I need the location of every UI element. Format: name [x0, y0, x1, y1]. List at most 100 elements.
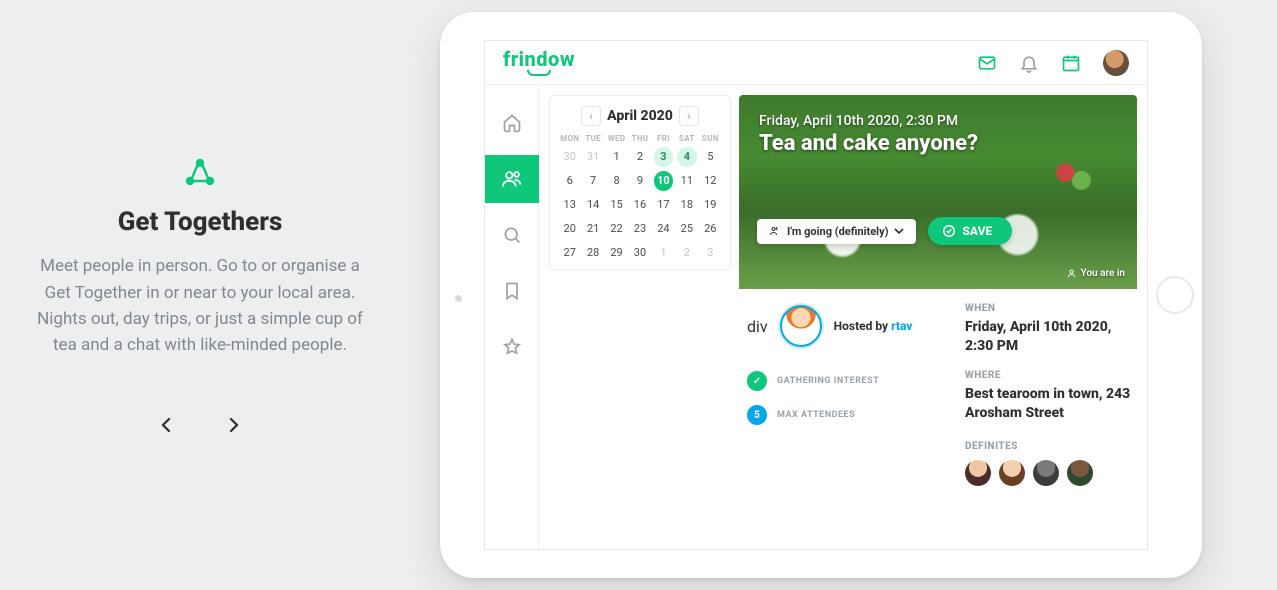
host-avatar[interactable]	[780, 305, 822, 347]
calendar-day[interactable]: 30	[560, 147, 579, 167]
calendar-day[interactable]: 26	[701, 219, 720, 239]
brand-logo[interactable]: frindow	[503, 49, 575, 76]
save-button[interactable]: SAVE	[928, 217, 1012, 245]
stat-gathering: ✓ GATHERING INTEREST	[747, 371, 951, 391]
calendar-day[interactable]: 28	[583, 243, 602, 263]
calendar-day[interactable]: 10	[654, 171, 673, 191]
calendar-dow: FRI	[654, 134, 673, 143]
calendar-day[interactable]: 29	[607, 243, 626, 263]
side-rail	[485, 85, 539, 549]
calendar-day[interactable]: 18	[677, 195, 696, 215]
calendar-day[interactable]: 27	[560, 243, 579, 263]
when-value: Friday, April 10th 2020, 2:30 PM	[965, 318, 1133, 356]
calendar-day[interactable]: 3	[701, 243, 720, 263]
attendee-avatar[interactable]	[1033, 460, 1059, 486]
promo-next[interactable]	[225, 417, 241, 433]
calendar-day[interactable]: 23	[630, 219, 649, 239]
promo-carousel-nav	[159, 417, 241, 433]
promo-prev[interactable]	[159, 417, 175, 433]
user-avatar[interactable]	[1103, 50, 1129, 76]
calendar-day[interactable]: 6	[560, 171, 579, 191]
calendar-next[interactable]: ›	[679, 106, 699, 126]
save-label: SAVE	[962, 224, 992, 238]
calendar-day[interactable]: 25	[677, 219, 696, 239]
calendar-day[interactable]: 22	[607, 219, 626, 239]
rail-people[interactable]	[485, 155, 539, 203]
calendar-day[interactable]: 4	[677, 147, 696, 167]
calendar-day[interactable]: 12	[701, 171, 720, 191]
calendar-day[interactable]: 5	[701, 147, 720, 167]
host-text: Hosted by rtav	[834, 319, 913, 333]
mail-icon[interactable]	[977, 53, 997, 73]
going-dropdown[interactable]: I'm going (definitely)	[757, 219, 916, 244]
tablet-frame: frindow	[440, 12, 1202, 578]
calendar-month: April 2020	[607, 108, 673, 124]
calendar-dow: SAT	[677, 134, 696, 143]
brand-text: frindow	[503, 49, 575, 69]
stat-max-attendees: 5 MAX ATTENDEES	[747, 405, 951, 425]
calendar-day[interactable]: 8	[607, 171, 626, 191]
calendar-day[interactable]: 9	[630, 171, 649, 191]
when-label: WHEN	[965, 303, 1133, 314]
calendar-day[interactable]: 16	[630, 195, 649, 215]
calendar-day[interactable]: 3	[654, 147, 673, 167]
calendar-day[interactable]: 31	[583, 147, 602, 167]
calendar-day[interactable]: 30	[630, 243, 649, 263]
rail-bookmark[interactable]	[485, 267, 539, 315]
calendar-day[interactable]: 7	[583, 171, 602, 191]
calendar-day[interactable]: 14	[583, 195, 602, 215]
calendar-day[interactable]: 17	[654, 195, 673, 215]
calendar-grid: MONTUEWEDTHUFRISATSUN3031123456789101112…	[560, 134, 720, 263]
smile-icon	[527, 70, 551, 76]
attendee-avatar[interactable]	[965, 460, 991, 486]
tablet-camera	[455, 295, 462, 302]
gathering-label: GATHERING INTEREST	[777, 376, 879, 386]
promo-panel: Get Togethers Meet people in person. Go …	[0, 0, 400, 590]
calendar-day[interactable]: 21	[583, 219, 602, 239]
badge-text: You are in	[1081, 268, 1125, 279]
attendee-avatar[interactable]	[999, 460, 1025, 486]
calendar-icon[interactable]	[1061, 53, 1081, 73]
network-icon	[184, 157, 216, 189]
calendar-day[interactable]: 2	[677, 243, 696, 263]
check-circle-icon	[942, 224, 956, 238]
rail-home[interactable]	[485, 99, 539, 147]
app-header: frindow	[485, 41, 1147, 85]
where-value: Best tearoom in town, 243 Arosham Street	[965, 385, 1133, 423]
calendar-prev[interactable]: ‹	[581, 106, 601, 126]
status-badge: You are in	[1066, 268, 1125, 279]
app-screen: frindow	[484, 40, 1148, 550]
promo-description: Meet people in person. Go to or organise…	[28, 253, 372, 358]
promo-title: Get Togethers	[118, 207, 283, 237]
check-icon: ✓	[747, 371, 767, 391]
rail-star[interactable]	[485, 323, 539, 371]
event-hero: Friday, April 10th 2020, 2:30 PM Tea and…	[739, 95, 1137, 289]
calendar-day[interactable]: 2	[630, 147, 649, 167]
tablet-home-button	[1156, 276, 1194, 314]
max-attendees-label: MAX ATTENDEES	[777, 410, 855, 420]
host-link[interactable]: rtav	[891, 319, 912, 333]
going-label: I'm going (definitely)	[787, 225, 888, 238]
attendee-avatar[interactable]	[1067, 460, 1093, 486]
definites-row	[965, 460, 1133, 486]
calendar-day[interactable]: 20	[560, 219, 579, 239]
calendar-card: ‹ April 2020 › MONTUEWEDTHUFRISATSUN3031…	[549, 95, 731, 270]
chevron-down-icon	[894, 226, 904, 236]
calendar-day[interactable]: 15	[607, 195, 626, 215]
person-icon	[1066, 268, 1077, 279]
rail-search[interactable]	[485, 211, 539, 259]
calendar-day[interactable]: 1	[654, 243, 673, 263]
calendar-dow: TUE	[583, 134, 602, 143]
calendar-day[interactable]: 13	[560, 195, 579, 215]
calendar-dow: MON	[560, 134, 579, 143]
host-prefix: Hosted by	[834, 319, 891, 333]
where-label: WHERE	[965, 370, 1133, 381]
bell-icon[interactable]	[1019, 53, 1039, 73]
calendar-day[interactable]: 1	[607, 147, 626, 167]
calendar-day[interactable]: 24	[654, 219, 673, 239]
max-attendees-badge: 5	[747, 405, 767, 425]
calendar-day[interactable]: 19	[701, 195, 720, 215]
calendar-day[interactable]: 11	[677, 171, 696, 191]
host-row: div Hosted by rtav	[747, 305, 951, 347]
calendar-dow: SUN	[701, 134, 720, 143]
